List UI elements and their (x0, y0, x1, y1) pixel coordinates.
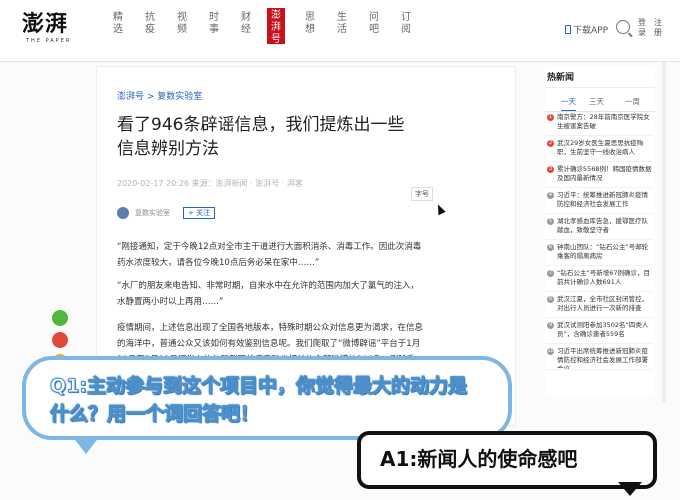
font-size-button[interactable]: 字号 (411, 187, 433, 201)
download-label: 下载APP (572, 26, 608, 36)
logo-text: 澎湃 (22, 11, 69, 37)
top-bar: 澎湃 THE PAPER 精选 抗疫 视频 时事 财经 澎湃号 思想 生活 问吧… (0, 0, 680, 62)
phone-icon (564, 25, 571, 34)
hot-item-text: 武汉江夏，全市社区封闭管控，对出行人员进行一次新的排查 (557, 295, 648, 312)
hot-item-text: 累计确诊5568例！韩国疫情数据及国内最新情况 (557, 165, 652, 182)
breadcrumb[interactable]: 澎湃号 > 复数实验室 (117, 89, 202, 102)
weibo-share-icon[interactable] (52, 332, 68, 348)
list-item[interactable]: 9 武汉试测阳参加3502名“四类人员”，含确诊患者559名 (545, 318, 653, 344)
hot-item-text: 南京警方：28年前南京医学院女生被害案告破 (557, 113, 650, 130)
hot-item-text: 习近平：统筹推进新冠肺炎疫情防控和经济社会发展工作 (557, 191, 648, 208)
rank-badge: 1 (547, 114, 554, 121)
nav-item-jingxuan[interactable]: 精选 (112, 12, 124, 36)
hot-item-text: 习近平出席统筹推进新冠肺炎疫情防控和经济社会发展工作部署会议 (557, 347, 648, 370)
nav-item-wenba[interactable]: 问吧 (368, 12, 380, 36)
nav-item-pengpaihao[interactable]: 澎湃号 (267, 8, 285, 45)
rank-badge: 9 (547, 322, 554, 329)
author-name[interactable]: 复数实验室 (135, 208, 170, 218)
nav-item-shishi[interactable]: 时事 (208, 12, 220, 36)
nav-item-sixiang[interactable]: 思想 (304, 12, 316, 36)
hot-news-list: 1 南京警方：28年前南京医学院女生被害案告破 2 武汉29岁女医生夏思思抗疫殉职，… (545, 110, 653, 370)
nav-item-kangyi[interactable]: 抗疫 (144, 12, 156, 36)
nav-item-caijing[interactable]: 财经 (240, 12, 252, 36)
hot-news-title: 热新闻 (545, 66, 655, 88)
search-icon[interactable] (616, 20, 630, 34)
rank-badge: 7 (547, 270, 554, 277)
follow-button[interactable]: + 关注 (183, 207, 216, 219)
answer-text: A1:新闻人的使命感吧 (380, 447, 578, 471)
page: 澎湃 THE PAPER 精选 抗疫 视频 时事 财经 澎湃号 思想 生活 问吧… (0, 0, 680, 500)
article-meta: 2020-02-17 20:26 来源：澎湃新闻 · 澎湃号 · 湃客 (117, 179, 303, 188)
tab-three-days[interactable]: 三天 (589, 96, 604, 107)
list-item[interactable]: 10 习近平出席统筹推进新冠肺炎疫情防控和经济社会发展工作部署会议 (545, 344, 653, 370)
rank-badge: 3 (547, 166, 554, 173)
rank-badge: 8 (547, 296, 554, 303)
question-bubble-tail (72, 436, 100, 454)
answer-bubble-tail (618, 482, 642, 496)
rank-badge: 10 (547, 348, 554, 355)
rank-badge: 5 (547, 218, 554, 225)
hot-item-text: 湖北孝感血库告急，援鄂医疗队献血，致敬坚守者 (557, 217, 648, 234)
list-item[interactable]: 4 习近平：统筹推进新冠肺炎疫情防控和经济社会发展工作 (545, 188, 653, 214)
wechat-share-icon[interactable] (52, 310, 68, 326)
hot-item-text: 武汉试测阳参加3502名“四类人员”，含确诊患者559名 (557, 321, 649, 338)
list-item[interactable]: 1 南京警方：28年前南京医学院女生被害案告破 (545, 110, 653, 136)
hot-news-panel: 热新闻 一天 三天 一周 1 南京警方：28年前南京医学院女生被害案告破 2 武汉2… (545, 66, 655, 396)
rank-badge: 4 (547, 192, 554, 199)
tab-one-day[interactable]: 一天 (561, 96, 576, 111)
list-item[interactable]: 8 武汉江夏，全市社区封闭管控，对出行人员进行一次新的排查 (545, 292, 653, 318)
list-item[interactable]: 6 钟南山团队：“钻石公主”号邮轮乘客的隔离病房 (545, 240, 653, 266)
hot-item-text: “钻石公主”号新增67例确诊，目前共计确诊人数691人 (557, 269, 651, 286)
login-link[interactable]: 登录 (638, 18, 648, 38)
rank-badge: 2 (547, 140, 554, 147)
article-paragraph: “水厂的朋友来电告知、非常时期，自来水中在允许的范围内加大了氯气的注入，水静置两… (117, 281, 419, 307)
download-app-link[interactable]: 下载APP (564, 23, 608, 36)
nav-item-shipin[interactable]: 视频 (176, 12, 188, 36)
avatar[interactable] (117, 207, 129, 219)
hot-item-text: 钟南山团队：“钻石公主”号邮轮乘客的隔离病房 (557, 243, 649, 260)
hot-item-text: 武汉29岁女医生夏思思抗疫殉职，生前坚守一线收治病人 (557, 139, 644, 156)
tab-one-week[interactable]: 一周 (625, 96, 640, 107)
logo-subtitle: THE PAPER (26, 38, 72, 44)
register-link[interactable]: 注册 (654, 18, 664, 38)
article-title: 看了946条辟谣信息，我们提炼出一些信息辨别方法 (117, 115, 405, 159)
list-item[interactable]: 5 湖北孝感血库告急，援鄂医疗队献血，致敬坚守者 (545, 214, 653, 240)
article-paragraph: “刚接通知，定于今晚12点对全市主干道进行大面积消杀、消毒工作。因此次消毒药水浓… (117, 242, 422, 268)
question-text: Q1:主动参与到这个项目中，你觉得最大的动力是什么？用一个词回答吧！ (50, 375, 468, 426)
list-item[interactable]: 2 武汉29岁女医生夏思思抗疫殉职，生前坚守一线收治病人 (545, 136, 653, 162)
list-item[interactable]: 3 累计确诊5568例！韩国疫情数据及国内最新情况 (545, 162, 653, 188)
site-logo[interactable]: 澎湃 THE PAPER (22, 10, 86, 50)
nav-item-shenghuo[interactable]: 生活 (336, 12, 348, 36)
rank-badge: 6 (547, 244, 554, 251)
scrollbar[interactable] (662, 62, 666, 402)
list-item[interactable]: 7 “钻石公主”号新增67例确诊，目前共计确诊人数691人 (545, 266, 653, 292)
nav-item-dingyue[interactable]: 订阅 (400, 12, 412, 36)
header-tools: 下载APP 登录 注册 (520, 18, 670, 42)
